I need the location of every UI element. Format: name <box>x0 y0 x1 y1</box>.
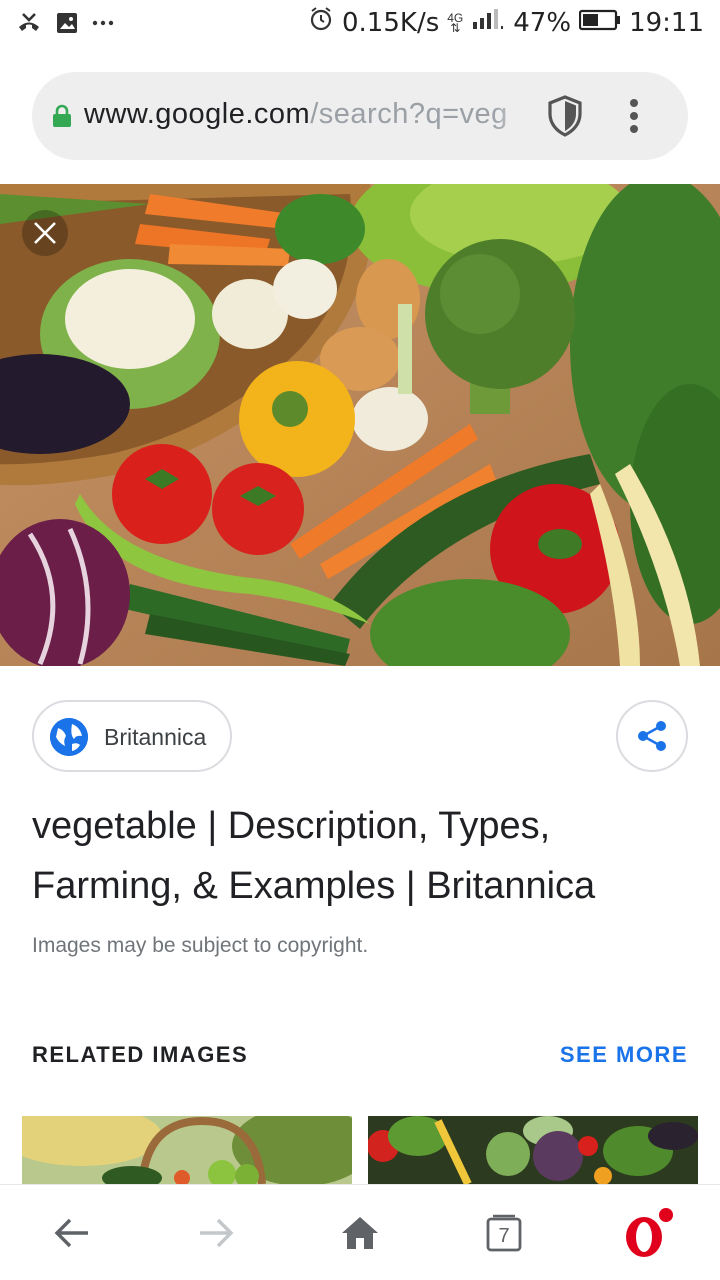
tabs-counter: 7 <box>486 1214 522 1252</box>
network-type: 4G ⇅ <box>447 10 464 35</box>
back-arrow-icon <box>54 1218 88 1248</box>
basket-vegetables-photo <box>22 1116 352 1184</box>
share-icon <box>638 721 666 751</box>
battery-percent: 47% <box>513 7 572 38</box>
close-icon <box>34 222 56 244</box>
back-button[interactable] <box>24 1185 120 1280</box>
result-title[interactable]: vegetable | Description, Types, Farming,… <box>32 796 692 916</box>
alarm-icon <box>308 6 334 39</box>
status-right-icons: 0.15K/s 4G ⇅ 47% 19:11 <box>308 6 704 39</box>
source-name: Britannica <box>104 724 207 750</box>
address-bar[interactable]: www.google.com/search?q=veg <box>32 72 688 160</box>
status-bar: 0.15K/s 4G ⇅ 47% 19:11 <box>0 0 720 48</box>
bottom-navigation: 7 <box>0 1184 720 1280</box>
mixed-vegetables-photo <box>368 1116 698 1184</box>
home-button[interactable] <box>312 1185 408 1280</box>
missed-call-icon <box>16 10 42 41</box>
network-speed: 0.15K/s <box>342 7 440 38</box>
tabs-button[interactable]: 7 <box>456 1185 552 1280</box>
more-menu-icon[interactable] <box>628 98 640 139</box>
lock-icon <box>52 104 72 133</box>
url-domain: www.google.com <box>84 98 311 130</box>
signal-icon <box>471 7 505 38</box>
forward-button[interactable] <box>168 1185 264 1280</box>
url-path: /search?q=veg <box>310 98 508 130</box>
forward-arrow-icon <box>200 1218 234 1248</box>
copyright-note: Images may be subject to copyright. <box>32 934 369 957</box>
battery-icon <box>578 7 621 38</box>
share-button[interactable] <box>616 700 688 772</box>
status-left-icons <box>16 10 114 41</box>
clock: 19:11 <box>629 7 704 38</box>
related-image-thumb[interactable] <box>22 1116 352 1184</box>
shield-icon[interactable] <box>546 94 584 143</box>
url-text[interactable]: www.google.com/search?q=veg <box>84 98 544 131</box>
more-notifications-icon <box>92 12 114 39</box>
image-notification-icon <box>56 12 78 39</box>
source-chip[interactable]: Britannica <box>32 700 232 772</box>
see-more-link[interactable]: SEE MORE <box>560 1042 688 1068</box>
opera-menu-button[interactable] <box>600 1185 696 1280</box>
opera-logo-icon <box>626 1208 673 1257</box>
tab-count: 7 <box>498 1225 510 1247</box>
related-images-heading: RELATED IMAGES <box>32 1042 249 1067</box>
related-image-thumb[interactable] <box>368 1116 698 1184</box>
result-image[interactable] <box>0 184 720 666</box>
home-icon <box>342 1217 378 1249</box>
globe-icon <box>50 718 88 756</box>
vegetables-photo <box>0 184 720 666</box>
close-image-button[interactable] <box>22 210 68 256</box>
